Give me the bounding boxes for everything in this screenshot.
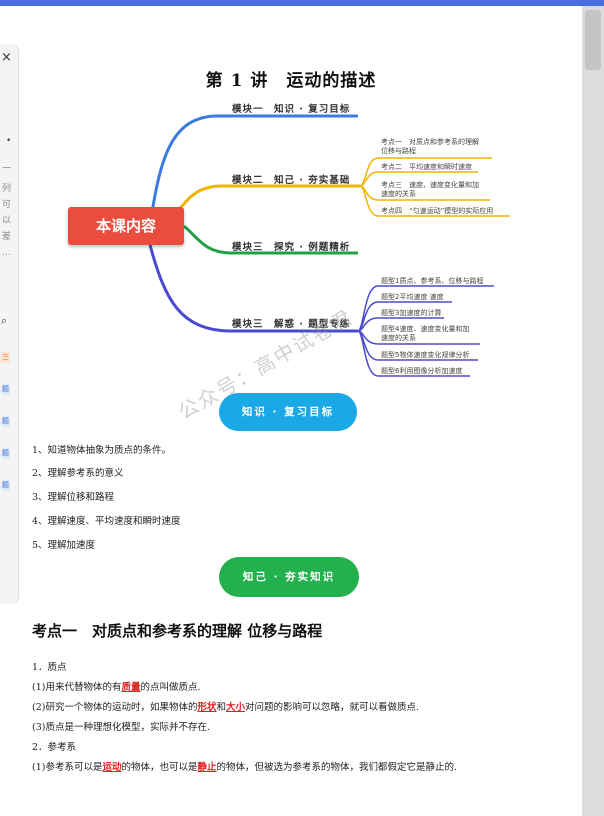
- outline-tag[interactable]: 题: [1, 448, 10, 459]
- outline-tag[interactable]: 题: [1, 416, 10, 427]
- section-pill-basics: 知己 · 夯实知识: [219, 557, 359, 597]
- tixing-item: 题型5物体速度变化规律分析: [381, 351, 470, 359]
- paragraph: (1)用来代替物体的有质量的点叫做质点.: [32, 682, 201, 693]
- branch-line-basics: [173, 184, 360, 216]
- tixing-item: 题型2平均速度 速度: [381, 293, 444, 301]
- paragraph-heading: 2．参考系: [32, 742, 77, 753]
- tixing-item: 题型3加速度的计算: [381, 309, 442, 317]
- mindmap-core: 本课内容: [68, 207, 184, 245]
- keyword-highlight: 运动: [102, 762, 122, 773]
- scrollbar-track[interactable]: [582, 6, 604, 816]
- keyword-highlight: 形状: [197, 702, 217, 713]
- paragraph: (3)质点是一种理想化模型，实际并不存在.: [32, 722, 210, 733]
- branch-review: 模块一 知识 · 复习目标: [232, 104, 351, 115]
- kaodian-item: 考点一 对质点和参考系的理解 位移与路程: [381, 138, 479, 155]
- goal-item: 5、理解加速度: [32, 540, 96, 551]
- kaodian-item: 考点二 平均速度和瞬时速度: [381, 163, 472, 171]
- paragraph: (1)参考系可以是运动的物体，也可以是静止的物体，但被选为参考系的物体，我们都假…: [32, 762, 458, 773]
- keyword-highlight: 质量: [121, 682, 141, 693]
- goal-item: 3、理解位移和路程: [32, 492, 115, 503]
- branch-examples: 模块三 探究 · 例题精析: [232, 242, 351, 253]
- scrollbar-thumb[interactable]: [585, 10, 601, 70]
- branch-basics: 模块二 知己 · 夯实基础: [232, 175, 351, 186]
- keyword-highlight: 静止: [197, 762, 217, 773]
- tixing-item: 题型4速度、速度变化量和加 速度的关系: [381, 325, 470, 342]
- kaodian-item: 考点四 “匀速运动”模型的实际应用: [381, 207, 494, 215]
- tixing-item: 题型6利用图像分析加速度: [381, 367, 463, 375]
- goal-item: 4、理解速度、平均速度和瞬时速度: [32, 516, 181, 527]
- kaodian-item: 考点三 速度、速度变化量和加 速度的关系: [381, 181, 479, 198]
- keyword-highlight: 大小: [226, 702, 246, 713]
- tixing-item: 题型1质点、参考系、位移与路程: [381, 277, 484, 285]
- outline-tag[interactable]: 题: [1, 480, 10, 491]
- goal-item: 2、理解参考系的意义: [32, 468, 124, 479]
- paragraph: (2)研究一个物体的运动时，如果物体的形状和大小对问题的影响可以忽略，就可以看做…: [32, 702, 420, 713]
- goal-item: 1、知道物体抽象为质点的条件。: [32, 445, 172, 456]
- section-heading: 考点一 对质点和参考系的理解 位移与路程: [32, 622, 323, 640]
- section-pill-review: 知识 · 复习目标: [219, 393, 357, 431]
- paragraph-heading: 1．质点: [32, 662, 67, 673]
